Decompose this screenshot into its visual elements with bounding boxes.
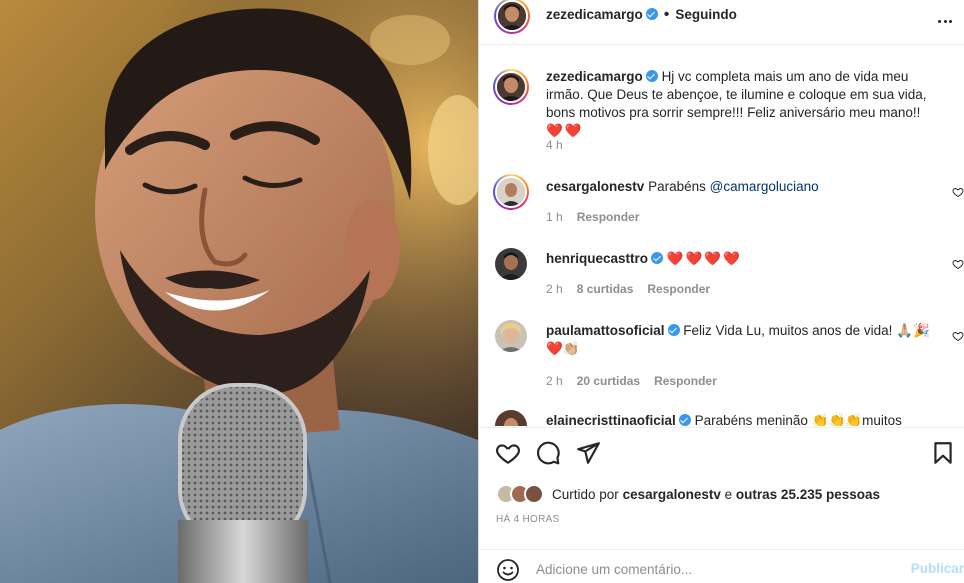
likes-prefix: Curtido por [552,486,619,502]
comment-emoji: 🙏🏼🎉 [896,323,930,338]
comment-emoji: ❤️❤️❤️❤️ [666,251,743,266]
author-username[interactable]: zezedicamargo [546,7,643,22]
emoji-icon[interactable] [496,558,520,582]
comment-avatar-image [495,410,527,426]
like-comment-heart-icon[interactable] [952,258,964,270]
comment-text-block: cesargalonestv Parabéns @camargoluciano [546,178,934,196]
comment-time[interactable]: 2 h [546,374,563,388]
post-panel: zezedicamargo • Seguindo zezedicamargo Hj … [479,0,964,583]
like-comment-heart-icon[interactable] [952,186,964,198]
verified-badge-icon [667,324,680,336]
comment-input[interactable] [536,558,886,580]
likes-others-link[interactable]: outras 25.235 pessoas [736,487,880,502]
comment-username[interactable]: henriquecasttro [546,251,648,266]
comment-avatar-image [495,248,527,280]
comment-username[interactable]: paulamattosoficial [546,323,665,338]
add-comment-bar: Publicar [479,549,964,583]
caption-avatar[interactable] [493,69,529,105]
comment-avatar[interactable] [495,248,527,280]
comment-meta: 2 h 20 curtidas Responder [546,374,717,388]
comment-text: Parabéns [648,179,706,194]
author-avatar-image [498,2,526,30]
liker-avatar [524,484,544,504]
comment-likes-count[interactable]: 20 curtidas [577,374,640,388]
verified-badge-icon [678,414,691,426]
comment-text: Feliz Vida Lu, muitos anos de vida! [683,323,893,338]
post-actions: Curtido por cesargalonestv e outras 25.2… [479,427,964,583]
comment-avatar[interactable] [495,320,527,352]
caption-avatar-image [497,73,525,101]
caption-text-block: zezedicamargo Hj vc completa mais um ano… [546,68,934,140]
post-image[interactable] [0,0,478,583]
comment-meta: 2 h 8 curtidas Responder [546,282,710,296]
more-options-icon[interactable] [936,12,954,30]
comment-icon[interactable] [535,440,561,466]
post-timestamp[interactable]: HÁ 4 HORAS [496,514,560,525]
reply-button[interactable]: Responder [577,210,640,224]
following-button[interactable]: Seguindo [675,7,737,22]
likes-user-link[interactable]: cesargalonestv [623,487,721,502]
comment-text-block: paulamattosoficial Feliz Vida Lu, muitos… [546,322,934,358]
reply-button[interactable]: Responder [647,282,710,296]
comment-avatar[interactable] [493,174,529,210]
like-comment-heart-icon[interactable] [952,330,964,342]
comment-avatar[interactable] [495,410,527,426]
comment-text-block: henriquecasttro ❤️❤️❤️❤️ [546,250,934,268]
verified-badge-icon [651,252,664,264]
caption-emoji: ❤️❤️ [546,123,584,138]
comment-time[interactable]: 1 h [546,210,563,224]
comment-time[interactable]: 2 h [546,282,563,296]
comment-text: Parabéns meninão [694,413,808,426]
caption-username[interactable]: zezedicamargo [546,69,643,84]
comment-username[interactable]: cesargalonestv [546,179,644,194]
author-avatar[interactable] [494,0,530,34]
verified-badge-icon [645,8,658,20]
comments-list[interactable]: zezedicamargo Hj vc completa mais um ano… [479,46,964,426]
comment-text-block: elainecristtinaoficial Parabéns meninão … [546,412,934,426]
send-icon[interactable] [575,440,601,466]
likes-text: Curtido por cesargalonestv e outras 25.2… [552,487,880,502]
caption-time[interactable]: 4 h [546,138,563,152]
comment-avatar-image [495,320,527,352]
verified-badge-icon [645,70,658,82]
header-text: zezedicamargo • Seguindo [546,6,737,24]
likes-summary: Curtido por cesargalonestv e outras 25.2… [496,483,880,505]
reply-button[interactable]: Responder [654,374,717,388]
post-photo-illustration [0,0,478,583]
comment-likes-count[interactable]: 8 curtidas [577,282,634,296]
comment-meta: 1 h Responder [546,210,639,224]
separator-dot: • [663,6,670,23]
bookmark-icon[interactable] [930,440,956,466]
heart-icon[interactable] [495,440,521,466]
post-header: zezedicamargo • Seguindo [479,0,964,45]
comment-avatar-image [497,178,525,206]
likes-and: e [724,486,733,502]
comment-emoji-line2: ❤️👏🏼 [546,341,580,356]
publish-button[interactable]: Publicar [911,561,964,576]
comment-mention-link[interactable]: @camargoluciano [710,179,819,194]
comment-username[interactable]: elainecristtinaoficial [546,413,676,426]
comment-emoji: 👏👏👏muitos [811,413,902,426]
